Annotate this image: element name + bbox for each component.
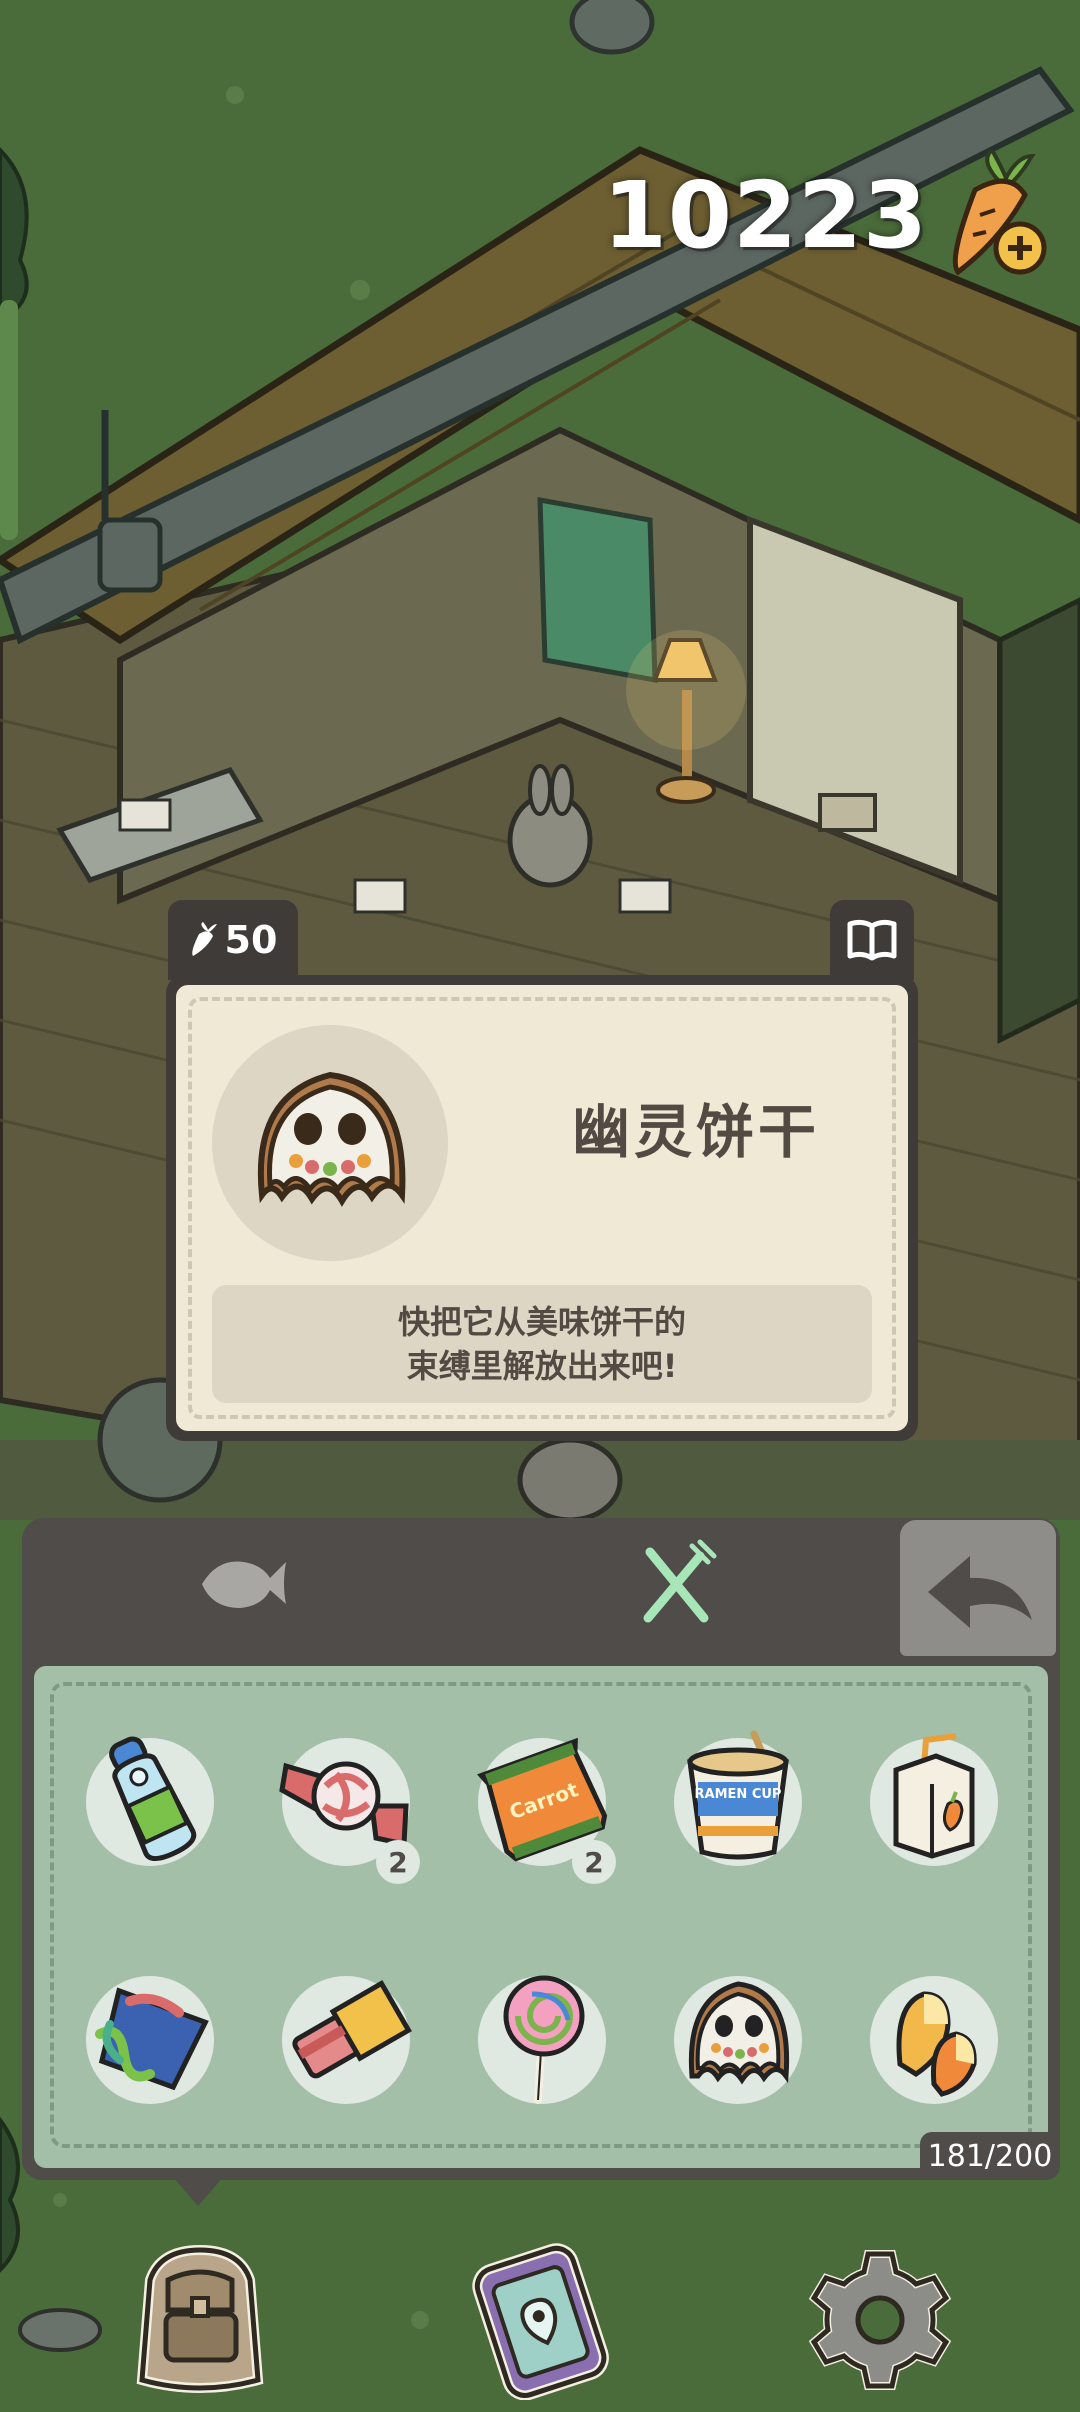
carrot-plus-icon[interactable] xyxy=(940,150,1050,280)
inventory-slot[interactable] xyxy=(282,1976,412,2104)
ramune-bottle-icon xyxy=(109,1736,197,1862)
ghost-cookie-icon xyxy=(688,1981,790,2085)
ghost-cookie-icon xyxy=(257,1071,406,1207)
inventory-slot[interactable] xyxy=(870,1733,998,1866)
gummy-worms-icon xyxy=(95,1987,209,2091)
ramen-cup-icon: RAMEN CUP xyxy=(687,1730,789,1860)
inventory-slot[interactable] xyxy=(478,1975,606,2104)
item-image-circle xyxy=(212,1025,448,1261)
fish-icon[interactable] xyxy=(190,1548,290,1618)
phone-map-icon[interactable] xyxy=(460,2240,620,2400)
inventory-capacity: 181/200 xyxy=(920,2132,1060,2180)
strawberry-bar-icon xyxy=(292,1980,412,2079)
item-price: 50 xyxy=(224,918,278,962)
encyclopedia-button[interactable] xyxy=(830,900,914,980)
back-arrow-icon xyxy=(928,1556,1032,1628)
fork-knife-icon[interactable] xyxy=(630,1538,720,1628)
inventory-slot[interactable] xyxy=(86,1736,214,1866)
settings-gear-icon[interactable] xyxy=(800,2240,960,2400)
candy-corn-icon xyxy=(896,1991,977,2097)
carrot-currency[interactable]: 10223 xyxy=(603,150,1050,280)
item-name: 幽灵饼干 xyxy=(571,1098,820,1166)
item-count-badge: 2 xyxy=(572,1840,616,1884)
book-icon xyxy=(847,919,897,961)
lollipop-icon xyxy=(503,1975,585,2104)
back-button[interactable] xyxy=(900,1520,1056,1656)
item-description: 快把它从美味饼干的 束缚里解放出来吧! xyxy=(212,1285,872,1403)
ramen-label: RAMEN CUP xyxy=(695,1787,782,1802)
inventory-slot[interactable]: RAMEN CUP xyxy=(674,1730,802,1866)
inventory-slot[interactable]: 2 xyxy=(279,1738,420,1884)
item-price-tab: 50 xyxy=(168,900,298,980)
inventory-slot[interactable] xyxy=(674,1976,802,2104)
item-count-badge: 2 xyxy=(376,1840,420,1884)
carrot-count: 10223 xyxy=(602,161,928,269)
item-info-card: 幽灵饼干 快把它从美味饼干的 束缚里解放出来吧! xyxy=(166,975,918,1441)
inventory-slot[interactable] xyxy=(86,1976,214,2104)
carrot-icon xyxy=(191,922,217,956)
backpack-icon[interactable] xyxy=(120,2240,280,2400)
panel-pointer xyxy=(172,2176,224,2206)
inventory-slot[interactable]: Carrot 2 xyxy=(477,1737,616,1884)
juice-box-icon xyxy=(893,1733,975,1859)
inventory-slot[interactable] xyxy=(870,1976,998,2104)
